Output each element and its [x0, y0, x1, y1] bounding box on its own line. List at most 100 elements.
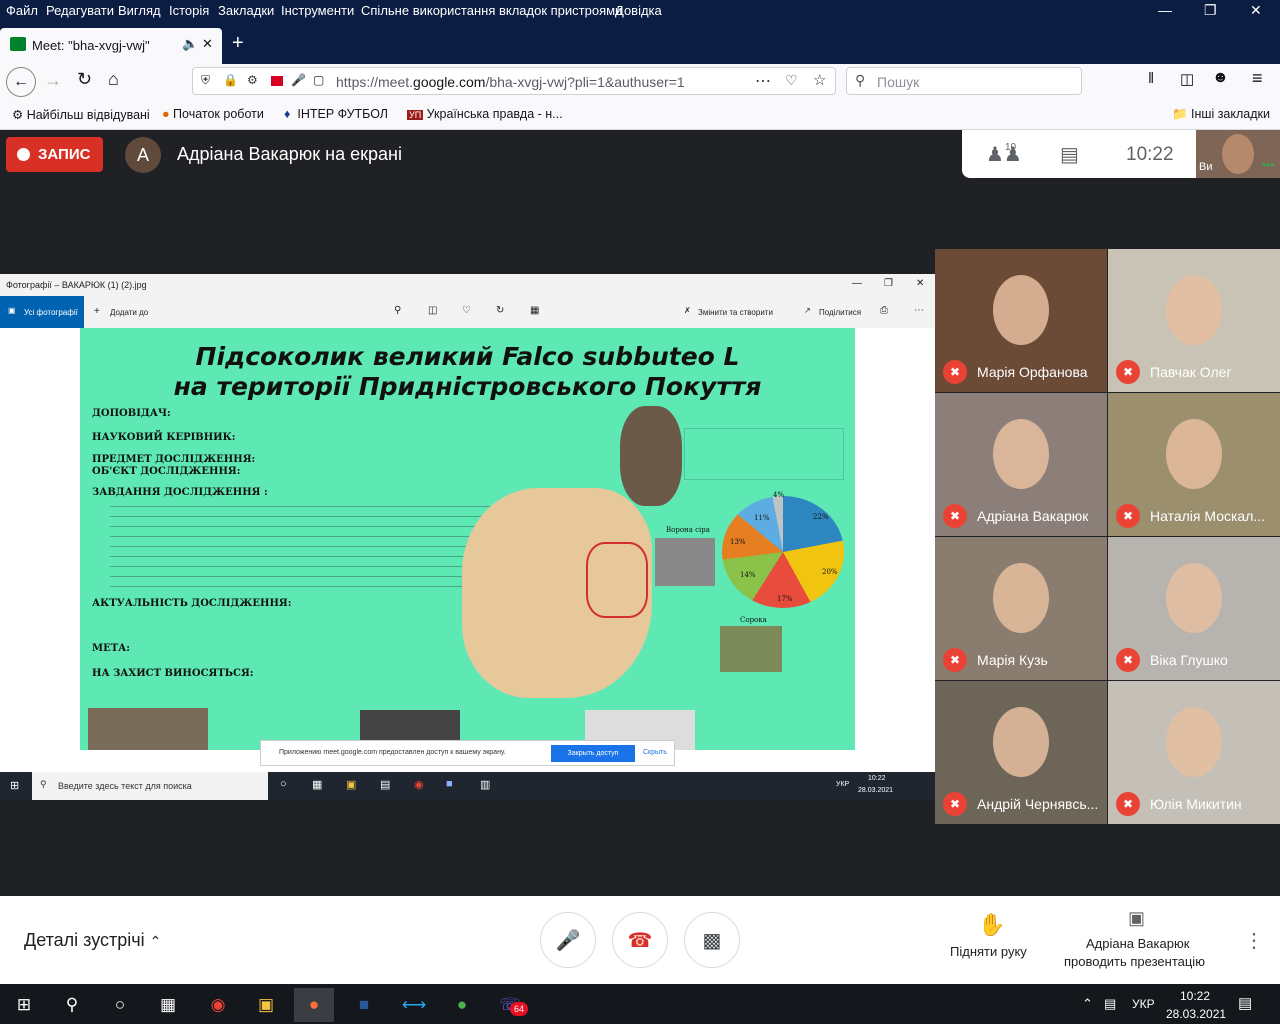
permissions-icon[interactable]: ⚙	[247, 73, 258, 87]
zoom-icon[interactable]: ⚲	[394, 305, 401, 316]
search-input[interactable]: ⚲ Пошук	[846, 67, 1082, 95]
raise-hand-icon[interactable]: ✋	[978, 912, 1005, 938]
more-dots-icon[interactable]: •••	[1262, 158, 1275, 172]
photos-restore-icon[interactable]: ❐	[884, 278, 893, 289]
cortana-icon[interactable]: ○	[100, 988, 140, 1022]
speaker-icon[interactable]: 🔈	[182, 36, 198, 52]
recording-badge[interactable]: ЗАПИС	[6, 137, 103, 172]
photos-minimize-icon[interactable]: —	[852, 278, 862, 289]
url-bar[interactable]: ⛨ 🔒 ⚙ 🎤 ▢ https://meet.google.com/bha-xv…	[192, 67, 836, 95]
close-window-icon[interactable]: ✕	[1250, 2, 1262, 19]
library-icon[interactable]: ‖	[1148, 70, 1154, 87]
bookmark-other[interactable]: 📁 Інші закладки	[1172, 107, 1270, 122]
reload-icon[interactable]: ↻	[77, 69, 92, 90]
bookmark-star-icon[interactable]: ☆	[813, 71, 826, 89]
participant-tile[interactable]: ✖ Марія Орфанова	[935, 249, 1107, 392]
poster-section: ПРЕДМЕТ ДОСЛІДЖЕННЯ:	[92, 454, 256, 465]
lock-icon[interactable]: 🔒	[223, 73, 238, 87]
menu-history[interactable]: Історія	[169, 3, 209, 18]
home-icon[interactable]: ⌂	[108, 69, 119, 90]
print-icon[interactable]: ⎙	[880, 305, 888, 316]
file-explorer-icon[interactable]: ▣	[246, 988, 286, 1022]
bookmark-inter[interactable]: ♦ ІНТЕР ФУТБОЛ	[284, 107, 388, 121]
chat-icon[interactable]: ▤	[1060, 142, 1079, 167]
menu-help[interactable]: Довідка	[615, 3, 662, 18]
page-actions-icon[interactable]: ⋯	[755, 71, 771, 91]
menu-bookmarks[interactable]: Закладки	[218, 3, 274, 18]
shared-cortana-icon: ○	[280, 778, 287, 790]
participant-tile[interactable]: ✖ Віка Глушко	[1108, 537, 1280, 680]
back-icon[interactable]: ←	[6, 67, 36, 97]
utorrent-icon[interactable]: ●	[442, 988, 482, 1022]
delete-icon[interactable]: ◫	[428, 305, 437, 316]
self-view[interactable]: Ви •••	[1196, 130, 1280, 178]
clock-date[interactable]: 28.03.2021	[1166, 1007, 1226, 1021]
bookmark-most-visited[interactable]: ⚙ Найбільш відвідувані	[12, 107, 150, 122]
tab-meet[interactable]: Meet: "bha-xvgj-vwj" 🔈 ✕	[0, 28, 222, 64]
shield-icon[interactable]: ⛨	[201, 73, 210, 88]
participant-tile[interactable]: ✖ Андрій Чернявсь...	[935, 681, 1107, 824]
poster-title-2: на території Придністровського Покуття	[173, 372, 762, 401]
people-icon[interactable]: ♟♟	[986, 142, 1022, 167]
participant-tile[interactable]: ✖ Павчак Олег	[1108, 249, 1280, 392]
language-indicator[interactable]: УКР	[1132, 997, 1155, 1011]
pie-label: 20%	[822, 568, 838, 576]
add-icon[interactable]: +	[94, 306, 100, 317]
chat-icon[interactable]: ▢	[313, 73, 324, 87]
bookmark-pravda[interactable]: УП Українська правда - н...	[407, 107, 563, 121]
word-icon[interactable]: ■	[344, 988, 384, 1022]
menu-edit[interactable]: Редагувати	[46, 3, 114, 18]
all-photos-button[interactable]: ▣ Усі фотографії	[0, 296, 84, 328]
crop-icon[interactable]: ▦	[530, 305, 539, 316]
participant-tile[interactable]: ✖ Адріана Вакарюк	[935, 393, 1107, 536]
camera-button[interactable]: ▩	[684, 912, 740, 968]
pocket-icon[interactable]: ♡	[785, 72, 798, 89]
forward-icon[interactable]: →	[44, 70, 62, 91]
sidebar-icon[interactable]: ◫	[1180, 70, 1194, 88]
hide-notice-button[interactable]: Скрыть	[643, 749, 667, 756]
edit-create-button[interactable]: Змінити та створити	[698, 308, 773, 317]
minimize-icon[interactable]: —	[1158, 2, 1172, 18]
bookmark-getting-started[interactable]: ● Початок роботи	[162, 107, 264, 121]
poster-crow-photo	[655, 538, 715, 586]
photos-close-icon[interactable]: ✕	[916, 278, 924, 289]
stop-sharing-button[interactable]: Закрыть доступ	[551, 745, 635, 762]
task-view-icon[interactable]: ▦	[148, 988, 188, 1022]
participant-tile[interactable]: ✖ Юлія Микитин	[1108, 681, 1280, 824]
rotate-icon[interactable]: ↻	[496, 305, 504, 316]
firefox-icon[interactable]: ●	[294, 988, 334, 1022]
network-icon[interactable]: ▤	[1104, 996, 1116, 1012]
fullscreen-icon[interactable]: ⤢	[912, 746, 925, 764]
restore-icon[interactable]: ❐	[1204, 2, 1217, 19]
poster-section: ДОПОВІДАЧ:	[92, 408, 171, 419]
close-tab-icon[interactable]: ✕	[202, 36, 213, 52]
share-button[interactable]: Поділитися	[819, 308, 861, 317]
search-icon[interactable]: ⚲	[52, 988, 92, 1022]
menu-view[interactable]: Вигляд	[118, 3, 161, 18]
raise-hand-label[interactable]: Підняти руку	[950, 944, 1027, 959]
leave-call-button[interactable]: ☎	[612, 912, 668, 968]
notifications-icon[interactable]: ▤	[1238, 994, 1252, 1012]
tray-chevron-icon[interactable]: ⌃	[1082, 996, 1093, 1012]
camera-active-icon[interactable]	[271, 76, 283, 86]
menu-file[interactable]: Файл	[6, 3, 38, 18]
menu-tab-sharing[interactable]: Спільне використання вкладок пристроями	[361, 3, 622, 18]
clock-time[interactable]: 10:22	[1180, 989, 1210, 1003]
more-icon[interactable]: ⋯	[914, 305, 924, 316]
participant-tile[interactable]: ✖ Наталія Москал...	[1108, 393, 1280, 536]
favorite-icon[interactable]: ♡	[462, 305, 471, 316]
more-options-icon[interactable]: ⋮	[1244, 928, 1264, 953]
mic-blocked-icon[interactable]: 🎤	[291, 73, 306, 87]
microphone-button[interactable]: 🎤	[540, 912, 596, 968]
menu-icon[interactable]: ≡	[1252, 68, 1263, 89]
menu-tools[interactable]: Інструменти	[281, 3, 354, 18]
chrome-icon[interactable]: ◉	[198, 988, 238, 1022]
account-icon[interactable]: ☻	[1212, 69, 1229, 87]
vscode-icon[interactable]: ⟷	[394, 988, 434, 1022]
present-icon[interactable]: ▣	[1128, 908, 1145, 929]
meeting-details-button[interactable]: Деталі зустрічі ⌃	[24, 930, 161, 951]
new-tab-icon[interactable]: +	[232, 32, 244, 55]
start-icon[interactable]: ⊞	[4, 988, 44, 1022]
add-to-button[interactable]: Додати до	[110, 308, 148, 317]
participant-tile[interactable]: ✖ Марія Кузь	[935, 537, 1107, 680]
